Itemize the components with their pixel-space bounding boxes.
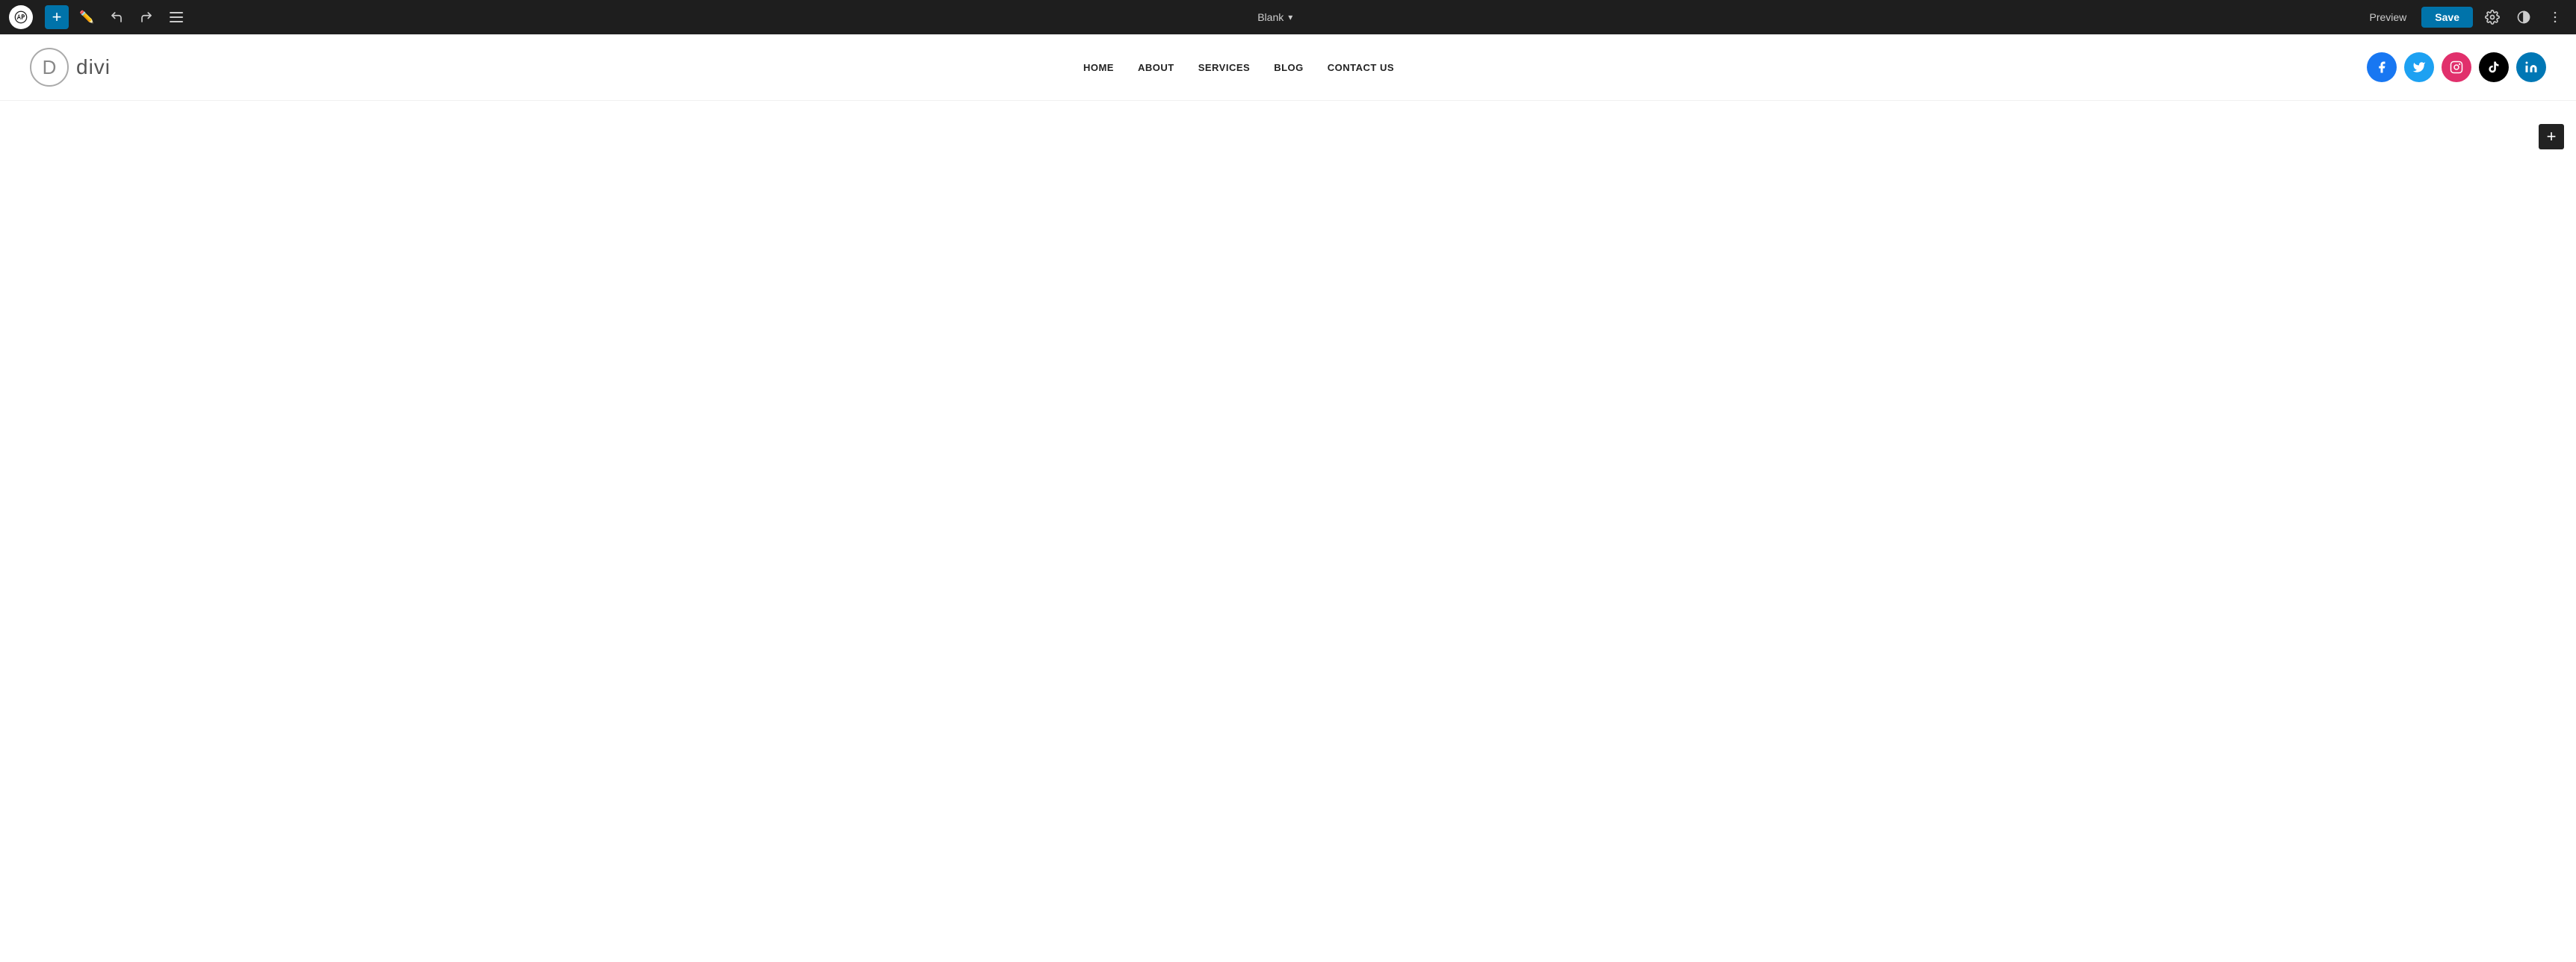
nav-contact-us[interactable]: CONTACT US bbox=[1328, 62, 1394, 73]
undo-button[interactable] bbox=[105, 5, 129, 29]
nav-home[interactable]: HOME bbox=[1083, 62, 1114, 73]
contrast-button[interactable] bbox=[2512, 7, 2536, 28]
add-row-button[interactable]: + bbox=[2539, 124, 2564, 149]
site-header: D divi HOME ABOUT SERVICES BLOG CONTACT … bbox=[0, 34, 2576, 101]
canvas-area bbox=[0, 101, 2576, 549]
page-title-label: Blank bbox=[1257, 11, 1284, 23]
linkedin-icon[interactable] bbox=[2516, 52, 2546, 82]
settings-button[interactable] bbox=[2480, 7, 2504, 28]
site-nav: HOME ABOUT SERVICES BLOG CONTACT US bbox=[1083, 62, 1394, 73]
add-block-button[interactable]: + bbox=[45, 5, 69, 29]
twitter-icon[interactable] bbox=[2404, 52, 2434, 82]
edit-button[interactable]: ✏️ bbox=[75, 5, 99, 29]
page-content: D divi HOME ABOUT SERVICES BLOG CONTACT … bbox=[0, 34, 2576, 962]
hamburger-icon bbox=[170, 12, 183, 22]
nav-about[interactable]: ABOUT bbox=[1138, 62, 1174, 73]
more-options-button[interactable] bbox=[2543, 7, 2567, 28]
admin-toolbar: + ✏️ Blank ▾ Preview Save bbox=[0, 0, 2576, 34]
chevron-down-icon: ▾ bbox=[1288, 12, 1292, 22]
nav-blog[interactable]: BLOG bbox=[1274, 62, 1304, 73]
preview-button[interactable]: Preview bbox=[2362, 8, 2415, 26]
logo-area[interactable]: D divi bbox=[30, 48, 111, 87]
nav-services[interactable]: SERVICES bbox=[1198, 62, 1251, 73]
redo-button[interactable] bbox=[134, 5, 158, 29]
menu-button[interactable] bbox=[164, 5, 188, 29]
wordpress-logo bbox=[9, 5, 33, 29]
logo-name: divi bbox=[76, 55, 111, 79]
logo-circle: D bbox=[30, 48, 69, 87]
facebook-icon[interactable] bbox=[2367, 52, 2397, 82]
admin-right-controls: Preview Save bbox=[2362, 7, 2568, 28]
save-button[interactable]: Save bbox=[2421, 7, 2473, 28]
page-title-area[interactable]: Blank ▾ bbox=[1257, 11, 1292, 23]
instagram-icon[interactable] bbox=[2442, 52, 2471, 82]
tiktok-icon[interactable] bbox=[2479, 52, 2509, 82]
social-icons bbox=[2367, 52, 2546, 82]
